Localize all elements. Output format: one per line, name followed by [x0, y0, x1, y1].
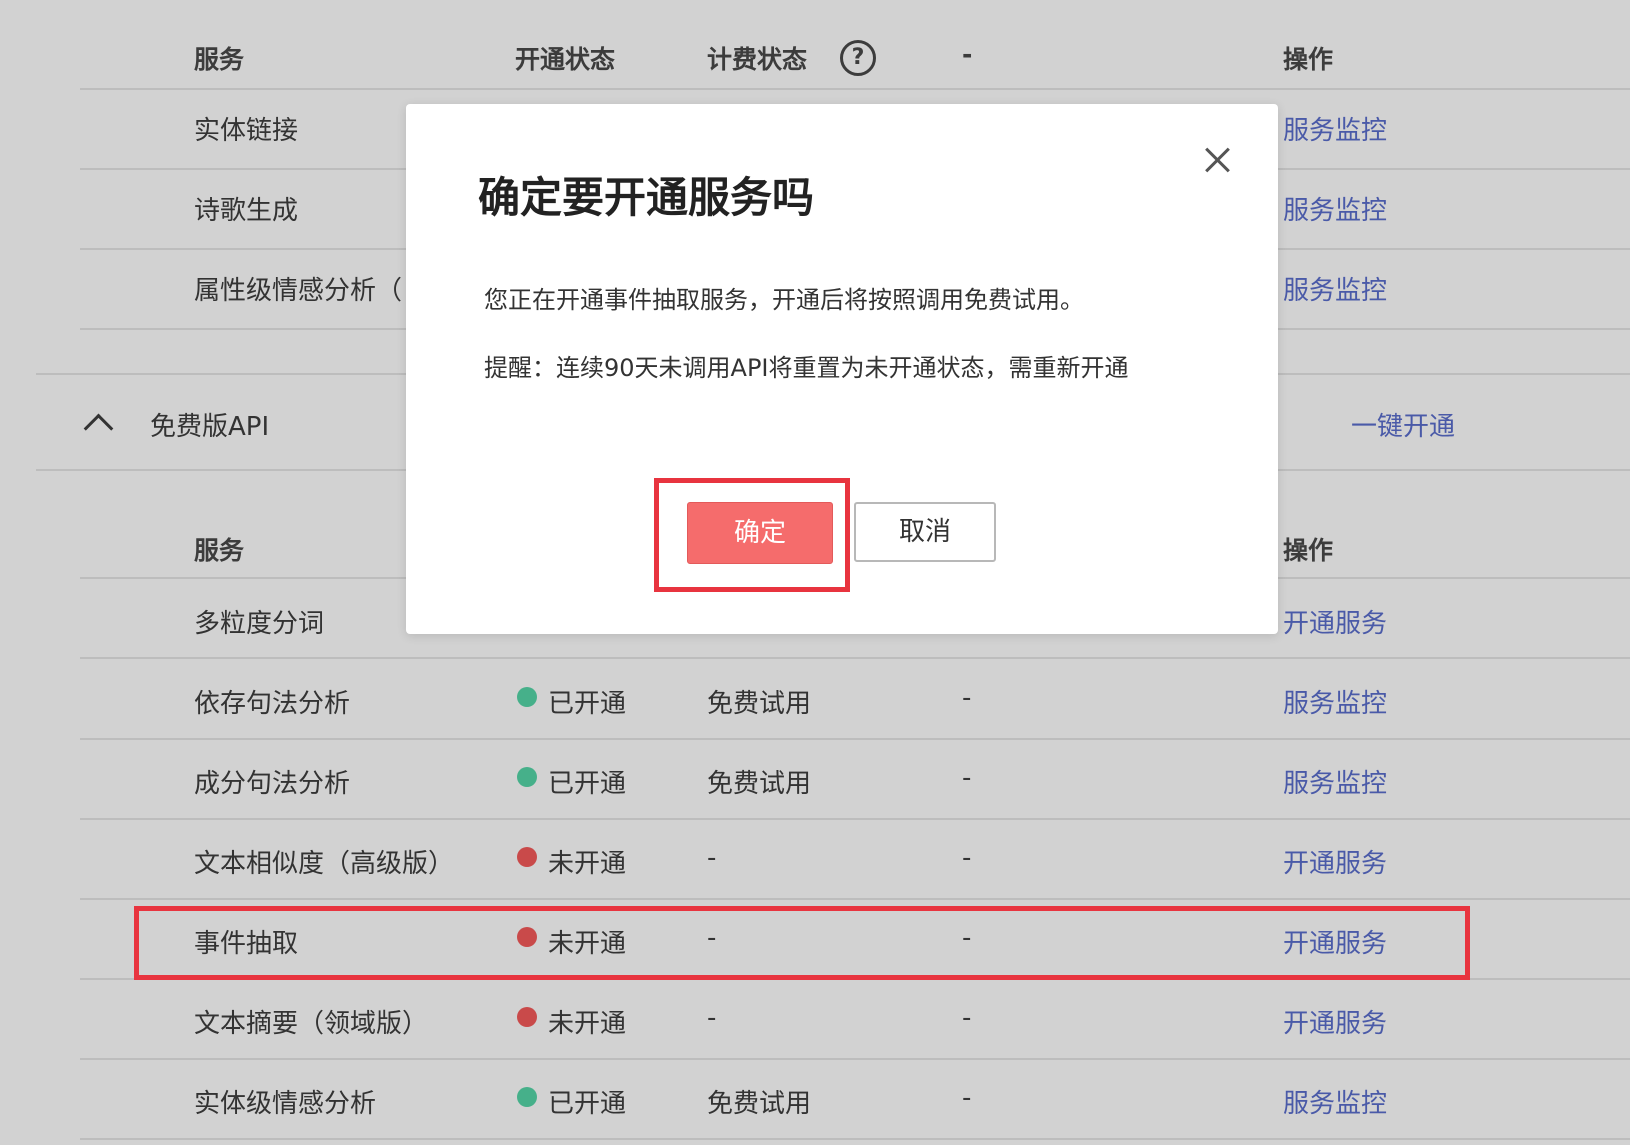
cancel-button[interactable]: 取消 — [854, 502, 996, 562]
divider — [80, 738, 1630, 740]
header-service: 服务 — [194, 536, 245, 565]
service-monitor-link[interactable]: 服务监控 — [1283, 270, 1387, 307]
service-name: 属性级情感分析（ — [194, 276, 403, 306]
close-icon[interactable] — [1200, 142, 1236, 178]
service-name: 诗歌生成 — [194, 196, 299, 226]
header-billing: 计费状态 — [707, 45, 808, 74]
row-highlight-box — [134, 906, 1470, 980]
dialog-message: 您正在开通事件抽取服务，开通后将按照调用免费试用。 — [484, 286, 1084, 314]
enable-service-link[interactable]: 开通服务 — [1283, 603, 1387, 640]
service-name: 实体级情感分析 — [194, 1089, 377, 1119]
section-title: 免费版API — [150, 412, 270, 442]
billing-text: 免费试用 — [707, 689, 812, 719]
chevron-up-icon[interactable] — [83, 413, 114, 444]
billing-text: - — [707, 843, 717, 873]
header-action: 操作 — [1283, 45, 1334, 74]
billing-text: 免费试用 — [707, 769, 812, 799]
service-name: 依存句法分析 — [194, 689, 351, 719]
service-name: 文本相似度（高级版） — [194, 849, 455, 879]
question-circle-icon[interactable]: ? — [840, 40, 876, 76]
status-on-dot-icon — [517, 767, 537, 787]
header-status: 开通状态 — [515, 45, 616, 74]
divider — [80, 818, 1630, 820]
status-off-dot-icon — [517, 847, 537, 867]
header-extra: - — [962, 40, 973, 69]
divider — [80, 1058, 1630, 1060]
status-on-dot-icon — [517, 687, 537, 707]
confirm-highlight-box — [654, 478, 850, 592]
status-text: 已开通 — [548, 689, 627, 719]
header-action: 操作 — [1283, 536, 1334, 565]
divider — [80, 657, 1630, 659]
extra-text: - — [962, 1083, 972, 1113]
divider — [80, 1138, 1630, 1140]
service-monitor-link[interactable]: 服务监控 — [1283, 683, 1387, 720]
header-service: 服务 — [194, 45, 245, 74]
service-monitor-link[interactable]: 服务监控 — [1283, 110, 1387, 147]
status-text: 未开通 — [548, 849, 627, 879]
status-on-dot-icon — [517, 1087, 537, 1107]
status-text: 已开通 — [548, 769, 627, 799]
status-text: 未开通 — [548, 1009, 627, 1039]
service-monitor-link[interactable]: 服务监控 — [1283, 190, 1387, 227]
enable-service-link[interactable]: 开通服务 — [1283, 843, 1387, 880]
service-name: 实体链接 — [194, 116, 299, 146]
divider — [80, 898, 1630, 900]
service-name: 多粒度分词 — [194, 609, 325, 639]
extra-text: - — [962, 843, 972, 873]
divider — [80, 88, 1630, 90]
extra-text: - — [962, 1003, 972, 1033]
extra-text: - — [962, 763, 972, 793]
one-click-enable-link[interactable]: 一键开通 — [1351, 406, 1455, 443]
service-monitor-link[interactable]: 服务监控 — [1283, 1083, 1387, 1120]
billing-text: 免费试用 — [707, 1089, 812, 1119]
extra-text: - — [962, 683, 972, 713]
dialog-title: 确定要开通服务吗 — [478, 173, 815, 222]
status-off-dot-icon — [517, 1007, 537, 1027]
service-name: 文本摘要（领域版） — [194, 1009, 429, 1039]
confirm-dialog: 确定要开通服务吗 您正在开通事件抽取服务，开通后将按照调用免费试用。 提醒：连续… — [406, 104, 1278, 634]
status-text: 已开通 — [548, 1089, 627, 1119]
enable-service-link[interactable]: 开通服务 — [1283, 1003, 1387, 1040]
billing-text: - — [707, 1003, 717, 1033]
service-name: 成分句法分析 — [194, 769, 351, 799]
service-monitor-link[interactable]: 服务监控 — [1283, 763, 1387, 800]
dialog-reminder: 提醒：连续90天未调用API将重置为未开通状态，需重新开通 — [484, 354, 1129, 382]
